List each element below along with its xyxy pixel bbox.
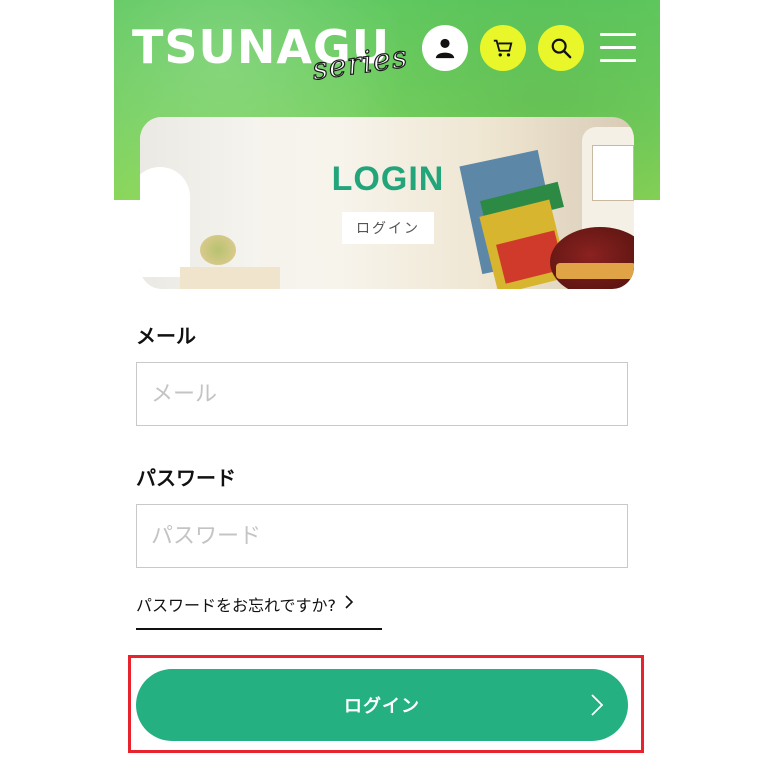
page-subtitle: ログイン	[342, 212, 434, 244]
login-screen: TSUNAGU series LOGIN ログイン メール メール パスワード …	[114, 0, 660, 768]
page-title: LOGIN	[331, 160, 445, 198]
forgot-password-label: パスワードをお忘れですか?	[136, 596, 337, 615]
email-field[interactable]	[136, 362, 628, 426]
hamburger-menu-icon	[600, 59, 636, 62]
login-submit-button[interactable]: ログイン	[136, 669, 628, 741]
cart-icon	[493, 39, 513, 57]
page-banner	[140, 117, 634, 289]
product-can-band	[556, 263, 634, 279]
cart-button[interactable]	[480, 25, 526, 71]
banner-plant-image	[200, 235, 236, 265]
email-label: メール	[136, 324, 196, 348]
chevron-right-icon	[591, 694, 604, 716]
product-bottle-label	[592, 145, 634, 201]
forgot-password-link[interactable]: パスワードをお忘れですか?	[136, 588, 382, 630]
password-field[interactable]	[136, 504, 628, 568]
banner-table-image	[180, 267, 280, 289]
banner-person-image	[140, 167, 190, 277]
search-button[interactable]	[538, 25, 584, 71]
product-can-image	[550, 227, 634, 289]
hamburger-menu-icon	[600, 33, 636, 36]
search-icon	[551, 38, 572, 59]
chevron-right-icon	[345, 595, 354, 609]
login-button-label: ログイン	[344, 696, 420, 717]
hamburger-menu-icon	[600, 46, 636, 49]
user-icon	[435, 38, 455, 59]
hamburger-menu-button[interactable]	[600, 33, 636, 63]
account-button[interactable]	[422, 25, 468, 71]
banner-products-image	[459, 117, 634, 289]
password-label: パスワード	[136, 466, 236, 490]
